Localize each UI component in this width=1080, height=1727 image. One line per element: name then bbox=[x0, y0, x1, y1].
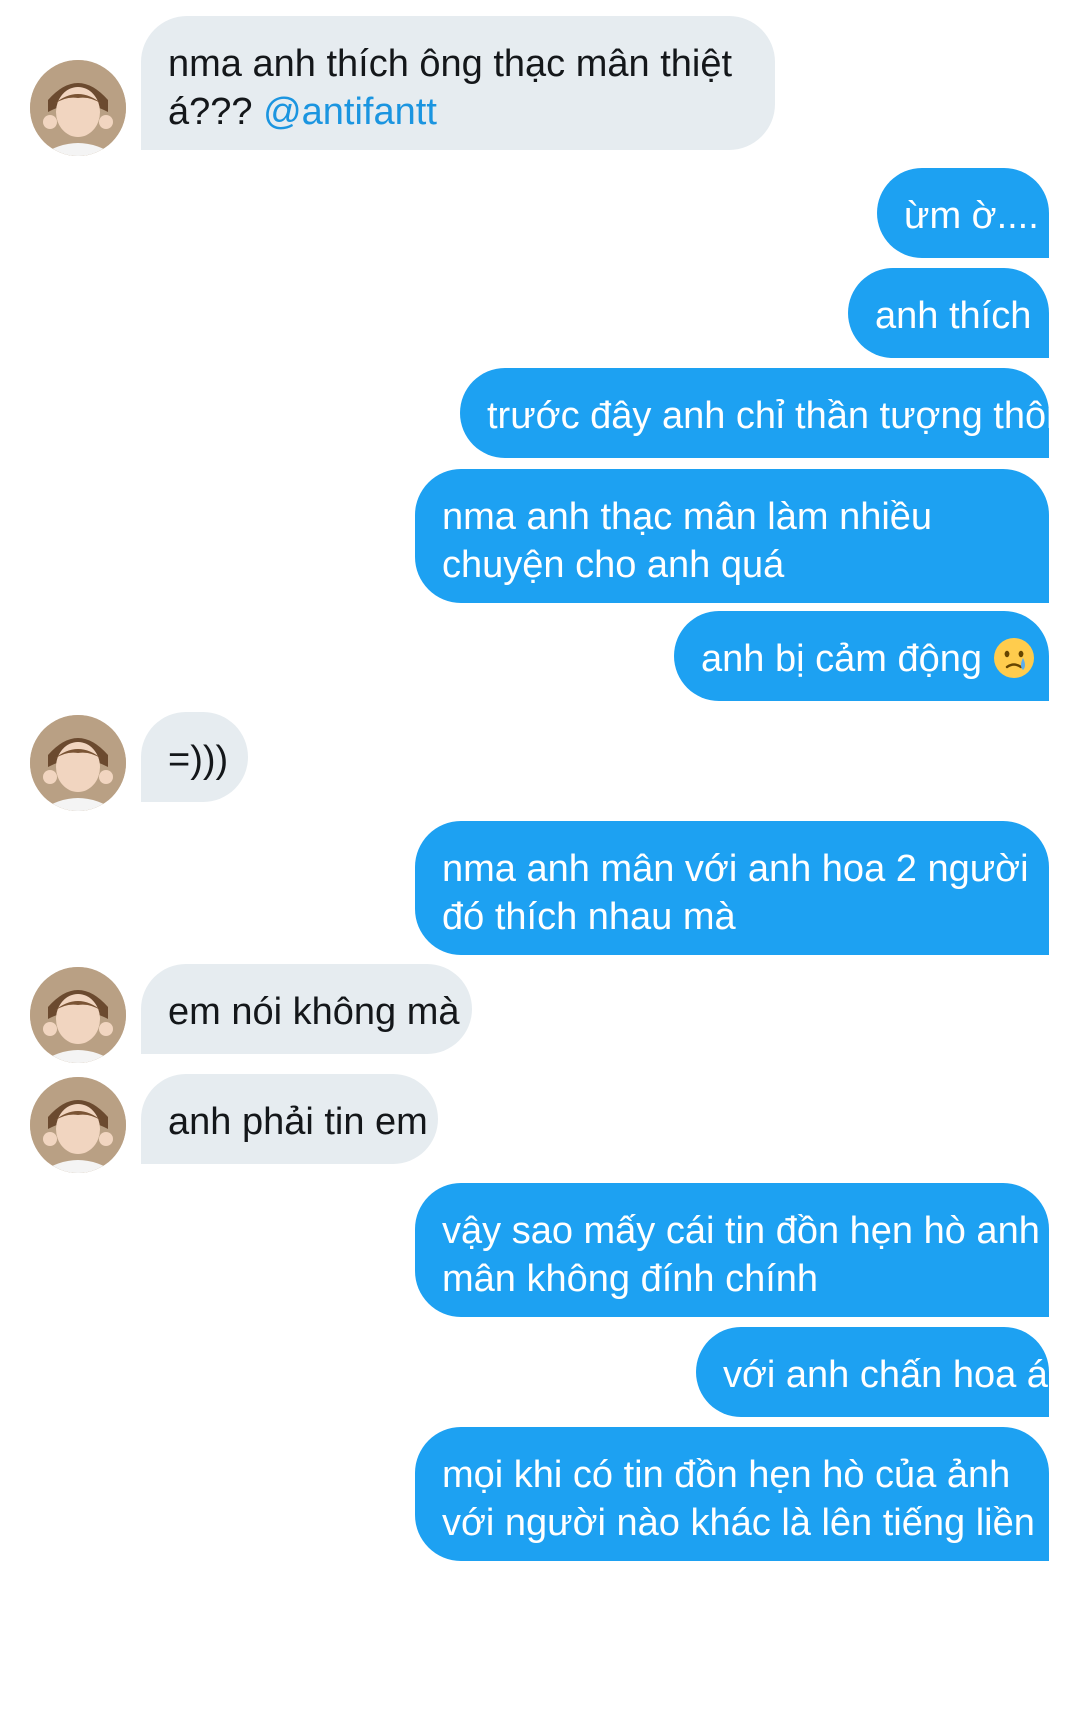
message-bubble-incoming[interactable]: anh phải tin em bbox=[141, 1074, 438, 1164]
message-text: ừm ờ.... bbox=[904, 195, 1039, 237]
message-text: anh phải tin em bbox=[168, 1101, 428, 1143]
message-text: nma anh thích ông thạc mân thiệt bbox=[168, 43, 733, 85]
message-text: mân không đính chính bbox=[442, 1258, 819, 1300]
message-bubble-incoming[interactable]: em nói không mà bbox=[141, 964, 472, 1054]
message-text: nma anh mân với anh hoa 2 người bbox=[442, 848, 1029, 890]
message-bubble-outgoing[interactable]: vậy sao mấy cái tin đồn hẹn hò anh mân k… bbox=[415, 1183, 1049, 1317]
message-text: em nói không mà bbox=[168, 991, 460, 1033]
sender-avatar[interactable] bbox=[30, 1077, 126, 1173]
sender-avatar[interactable] bbox=[30, 967, 126, 1063]
sender-avatar[interactable] bbox=[30, 715, 126, 811]
message-text: anh bị cảm động bbox=[701, 638, 982, 680]
message-text: nma anh thạc mân làm nhiều bbox=[442, 496, 933, 538]
message-text: anh thích bbox=[875, 295, 1032, 337]
message-text: á??? bbox=[168, 91, 264, 133]
message-bubble-outgoing[interactable]: trước đây anh chỉ thần tượng thôi bbox=[460, 368, 1055, 458]
message-bubble-outgoing[interactable]: mọi khi có tin đồn hẹn hò của ảnh với ng… bbox=[415, 1427, 1049, 1561]
mention-link[interactable]: @antifantt bbox=[263, 91, 437, 133]
message-text: với người nào khác là lên tiếng liền bbox=[442, 1502, 1035, 1544]
message-text: với anh chấn hoa á bbox=[723, 1354, 1048, 1396]
sender-avatar[interactable] bbox=[30, 60, 126, 156]
message-text: vậy sao mấy cái tin đồn hẹn hò anh bbox=[442, 1210, 1040, 1252]
message-bubble-outgoing[interactable]: nma anh thạc mân làm nhiều chuyện cho an… bbox=[415, 469, 1049, 603]
message-bubble-outgoing[interactable]: với anh chấn hoa á bbox=[696, 1327, 1049, 1417]
message-text: chuyện cho anh quá bbox=[442, 544, 785, 586]
message-text: mọi khi có tin đồn hẹn hò của ảnh bbox=[442, 1454, 1011, 1496]
message-bubble-outgoing[interactable]: anh bị cảm động bbox=[674, 611, 1049, 701]
message-thread: nma anh thích ông thạc mân thiệt á??? @a… bbox=[0, 0, 1080, 1727]
crying-face-emoji bbox=[993, 638, 1034, 678]
message-bubble-incoming[interactable]: nma anh thích ông thạc mân thiệt á??? @a… bbox=[141, 16, 775, 150]
message-bubble-outgoing[interactable]: nma anh mân với anh hoa 2 người đó thích… bbox=[415, 821, 1049, 955]
message-text: =))) bbox=[168, 739, 229, 781]
message-bubble-outgoing[interactable]: ừm ờ.... bbox=[877, 168, 1049, 258]
message-text: đó thích nhau mà bbox=[442, 896, 736, 938]
message-text: trước đây anh chỉ thần tượng thôi bbox=[487, 395, 1055, 437]
message-bubble-incoming[interactable]: =))) bbox=[141, 712, 248, 802]
message-bubble-outgoing[interactable]: anh thích bbox=[848, 268, 1049, 358]
